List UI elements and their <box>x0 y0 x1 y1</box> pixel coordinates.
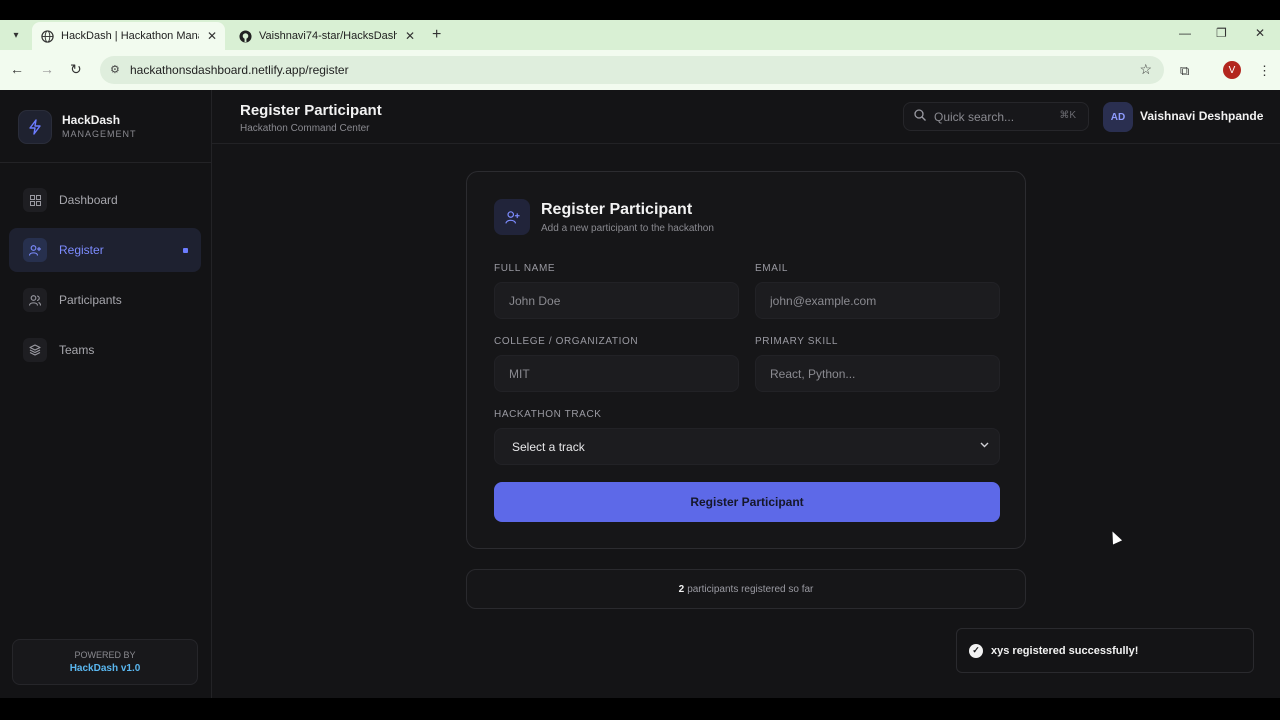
register-form-card: Register Participant Add a new participa… <box>466 171 1026 549</box>
sidebar-item-register[interactable]: Register <box>9 228 201 272</box>
site-settings-icon[interactable]: ⚙ <box>110 63 120 76</box>
search-icon <box>914 109 926 124</box>
form-subtitle: Add a new participant to the hackathon <box>541 223 714 234</box>
success-toast: ✓ xys registered successfully! <box>956 628 1254 673</box>
address-row: ← → ↻ ⚙ hackathonsdashboard.netlify.app/… <box>0 50 1280 90</box>
track-select-value: Select a track <box>512 439 585 454</box>
sidebar: HackDash MANAGEMENT Dashboard Register P… <box>0 90 212 698</box>
sidebar-item-teams[interactable]: Teams <box>9 328 201 372</box>
browser-chrome: ▾ HackDash | Hackathon Manage ✕ Vaishnav… <box>0 20 1280 90</box>
tab-strip: ▾ HackDash | Hackathon Manage ✕ Vaishnav… <box>0 20 1280 50</box>
powered-by-box: POWERED BY HackDash v1.0 <box>12 639 198 685</box>
sidebar-item-label: Participants <box>59 293 122 307</box>
tab-title: HackDash | Hackathon Manage <box>61 30 199 42</box>
restore-icon[interactable]: ❐ <box>1216 26 1227 40</box>
lightning-icon <box>18 110 52 144</box>
page-title: Register Participant <box>240 102 382 119</box>
sidebar-item-dashboard[interactable]: Dashboard <box>9 178 201 222</box>
forward-icon[interactable]: → <box>40 61 54 77</box>
track-select[interactable]: Select a track <box>494 428 1000 465</box>
participants-count-bar: 2 participants registered so far <box>466 569 1026 609</box>
github-icon <box>238 29 252 43</box>
new-tab-icon[interactable]: + <box>432 26 441 44</box>
page-header: Register Participant Hackathon Command C… <box>212 90 1280 144</box>
browser-menu-icon[interactable]: ⋮ <box>1258 63 1271 79</box>
user-plus-icon <box>494 199 530 235</box>
tab-search-chevron-icon[interactable]: ▾ <box>6 25 26 45</box>
toast-message: xys registered successfully! <box>991 644 1139 657</box>
extensions-icon[interactable]: ⧉ <box>1180 63 1189 79</box>
brand-subtitle: MANAGEMENT <box>62 129 137 139</box>
close-tab-icon[interactable]: ✕ <box>405 29 415 43</box>
quick-search-input[interactable]: Quick search... ⌘K <box>903 102 1089 131</box>
brand-name: HackDash <box>62 113 121 127</box>
back-icon[interactable]: ← <box>10 61 24 77</box>
chevron-down-icon <box>980 440 989 451</box>
globe-icon <box>40 29 54 43</box>
browser-tab-github[interactable]: Vaishnavi74-star/HacksDashbo ✕ <box>230 22 423 50</box>
skill-label: PRIMARY SKILL <box>755 336 839 347</box>
check-circle-icon: ✓ <box>969 643 983 658</box>
participants-count: 2 <box>678 583 685 595</box>
screen-bottom-bar <box>0 698 1280 720</box>
user-plus-icon <box>23 238 47 262</box>
college-label: COLLEGE / ORGANIZATION <box>494 336 639 347</box>
track-label: HACKATHON TRACK <box>494 409 602 420</box>
sidebar-item-label: Teams <box>59 343 95 357</box>
grid-icon <box>23 188 47 212</box>
tab-title: Vaishnavi74-star/HacksDashbo <box>259 30 397 42</box>
full-name-input[interactable] <box>494 282 739 319</box>
screen-top-bar <box>0 0 1280 20</box>
close-tab-icon[interactable]: ✕ <box>207 29 217 43</box>
page-subtitle: Hackathon Command Center <box>240 123 370 134</box>
skill-input[interactable] <box>755 355 1000 392</box>
address-bar[interactable]: ⚙ hackathonsdashboard.netlify.app/regist… <box>100 56 1164 84</box>
reload-icon[interactable]: ↻ <box>70 61 82 78</box>
powered-by-label: POWERED BY <box>74 650 136 660</box>
sidebar-item-label: Register <box>59 243 104 257</box>
email-input[interactable] <box>755 282 1000 319</box>
college-input[interactable] <box>494 355 739 392</box>
sidebar-item-participants[interactable]: Participants <box>9 278 201 322</box>
user-avatar[interactable]: AD <box>1103 102 1133 132</box>
users-icon <box>23 288 47 312</box>
search-placeholder: Quick search... <box>934 109 1015 124</box>
minimize-icon[interactable]: — <box>1179 26 1191 40</box>
layers-icon <box>23 338 47 362</box>
browser-profile-avatar[interactable]: V <box>1223 61 1241 79</box>
sidebar-divider <box>0 162 211 163</box>
bookmark-star-icon[interactable]: ☆ <box>1139 61 1152 78</box>
mouse-cursor-icon <box>1107 529 1123 545</box>
close-window-icon[interactable]: ✕ <box>1255 26 1265 40</box>
register-submit-button[interactable]: Register Participant <box>494 482 1000 522</box>
url-text: hackathonsdashboard.netlify.app/register <box>130 63 349 77</box>
sidebar-item-label: Dashboard <box>59 193 118 207</box>
app-root: HackDash MANAGEMENT Dashboard Register P… <box>0 90 1280 698</box>
version-label: HackDash v1.0 <box>69 663 141 674</box>
search-shortcut: ⌘K <box>1059 110 1076 121</box>
full-name-label: FULL NAME <box>494 263 556 274</box>
email-label: EMAIL <box>755 263 789 274</box>
user-name[interactable]: Vaishnavi Deshpande <box>1140 109 1263 123</box>
participants-count-text: participants registered so far <box>687 583 814 595</box>
active-indicator <box>183 248 188 253</box>
browser-tab-hackdash[interactable]: HackDash | Hackathon Manage ✕ <box>32 22 226 50</box>
form-title: Register Participant <box>541 201 693 218</box>
